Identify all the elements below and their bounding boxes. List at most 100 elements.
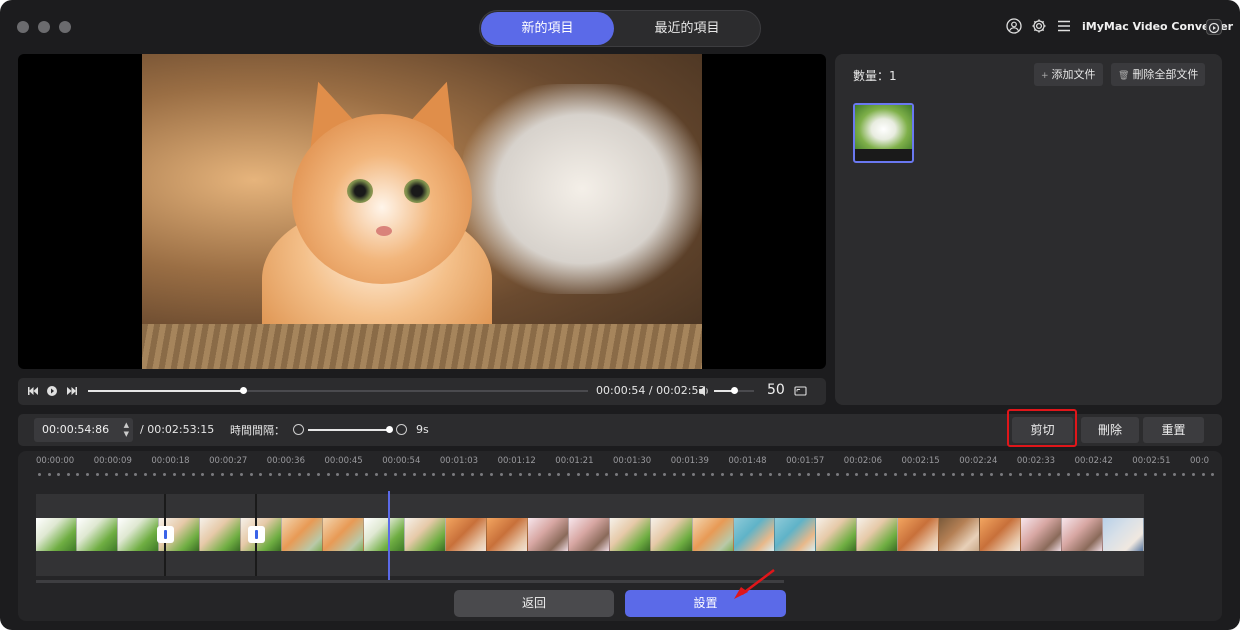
tick-dot — [153, 473, 157, 476]
playback-progress-bar[interactable] — [88, 387, 588, 394]
tick-dot — [355, 473, 359, 476]
tick-dot — [855, 473, 859, 476]
filmstrip-frame — [118, 518, 160, 551]
tick-dot — [1057, 473, 1061, 476]
interval-slider-knob[interactable] — [386, 426, 393, 433]
filmstrip-frame — [282, 518, 324, 551]
tick-dot — [1134, 473, 1138, 476]
reset-button[interactable]: 重置 — [1143, 417, 1204, 443]
maximize-window-button[interactable] — [59, 21, 71, 33]
user-icon[interactable] — [1006, 18, 1022, 34]
tick-dot — [836, 473, 840, 476]
tick-dot — [66, 473, 70, 476]
delete-button[interactable]: 刪除 — [1081, 417, 1139, 443]
tick-label: 00:00:45 — [324, 456, 363, 466]
filmstrip-frame — [77, 518, 119, 551]
close-window-button[interactable] — [17, 21, 29, 33]
tick-dot — [1038, 473, 1042, 476]
zoom-out-icon[interactable] — [293, 424, 304, 435]
skip-forward-icon[interactable] — [66, 385, 78, 397]
time-stepper[interactable]: ▲ ▼ — [124, 421, 129, 439]
tick-dot — [1182, 473, 1186, 476]
video-preview — [18, 54, 826, 369]
filmstrip-frame — [36, 518, 78, 551]
filmstrip-frame — [200, 518, 242, 551]
volume-knob[interactable] — [731, 387, 738, 394]
tick-dot — [105, 473, 109, 476]
tick-dot — [1028, 473, 1032, 476]
tick-dot — [961, 473, 965, 476]
volume-slider[interactable] — [714, 387, 754, 394]
tick-dot — [134, 473, 138, 476]
kitten-head — [292, 114, 472, 284]
minimize-window-button[interactable] — [38, 21, 50, 33]
tick-dot — [249, 473, 253, 476]
tick-dot — [1066, 473, 1070, 476]
volume-icon[interactable] — [698, 385, 710, 397]
timeline-playhead[interactable] — [388, 491, 390, 581]
tick-dot — [845, 473, 849, 476]
tab-new-project[interactable]: 新的項目 — [481, 12, 614, 45]
tick-dot — [1095, 473, 1099, 476]
tick-label: 00:00:18 — [151, 456, 190, 466]
tick-dot — [268, 473, 272, 476]
volume-value: 50 — [767, 382, 785, 398]
tick-dot — [403, 473, 407, 476]
delete-all-files-button[interactable]: 🗑 刪除全部文件 — [1111, 63, 1206, 86]
zoom-in-icon[interactable] — [396, 424, 407, 435]
tick-dot — [605, 473, 609, 476]
tick-dot — [624, 473, 628, 476]
tick-dot — [413, 473, 416, 476]
tick-dot — [432, 473, 436, 476]
gear-icon[interactable] — [1031, 18, 1047, 34]
tick-dot — [278, 473, 282, 476]
tick-label: 00:02:42 — [1074, 456, 1113, 466]
filmstrip-frame — [528, 518, 570, 551]
tick-dot — [1163, 473, 1167, 476]
tick-dot — [172, 473, 176, 476]
tick-dot — [1143, 473, 1147, 476]
tick-dot — [384, 473, 388, 476]
filmstrip-frame — [979, 518, 1021, 551]
filmstrip-frame — [1020, 518, 1062, 551]
tick-dot — [1009, 473, 1013, 476]
time-input[interactable]: 00:00:54:86 ▲ ▼ — [34, 418, 133, 442]
back-button[interactable]: 返回 — [454, 590, 614, 617]
tick-dot — [1115, 473, 1118, 476]
skip-back-icon[interactable] — [27, 385, 39, 397]
tick-dot — [1076, 473, 1080, 476]
tick-dot — [663, 473, 666, 476]
interval-slider[interactable] — [308, 429, 390, 431]
play-icon[interactable] — [46, 385, 58, 397]
trim-handle-start[interactable] — [157, 526, 174, 543]
trim-handle-end[interactable] — [248, 526, 265, 543]
tick-dot — [191, 473, 195, 476]
tick-label: 00:02:33 — [1016, 456, 1056, 466]
filmstrip-frames — [36, 518, 1144, 551]
tick-dot — [884, 473, 888, 476]
tick-dot — [480, 473, 484, 476]
tick-dot — [557, 473, 561, 476]
menu-icon[interactable] — [1056, 18, 1072, 34]
kitten-eye-right — [404, 179, 430, 203]
tick-dot — [307, 473, 311, 476]
screenshot-icon[interactable] — [794, 385, 807, 397]
filmstrip-frame — [774, 518, 816, 551]
timeline-scrollbar[interactable] — [36, 580, 784, 583]
tab-recent-projects[interactable]: 最近的項目 — [620, 12, 754, 45]
tick-dot — [903, 473, 907, 476]
filmstrip-frame — [651, 518, 693, 551]
progress-knob[interactable] — [240, 387, 247, 394]
tick-dot — [163, 473, 166, 476]
tick-dot — [143, 473, 147, 476]
tick-dot — [239, 473, 243, 476]
file-thumbnail[interactable] — [853, 103, 914, 163]
filmstrip[interactable] — [36, 494, 1144, 576]
add-file-button[interactable]: + 添加文件 — [1034, 63, 1103, 86]
tick-dot — [451, 473, 455, 476]
tick-dot — [326, 473, 330, 476]
annotation-arrow — [734, 569, 775, 599]
tick-dot — [615, 473, 618, 476]
basket — [142, 324, 702, 369]
cut-button-highlight — [1007, 409, 1077, 447]
